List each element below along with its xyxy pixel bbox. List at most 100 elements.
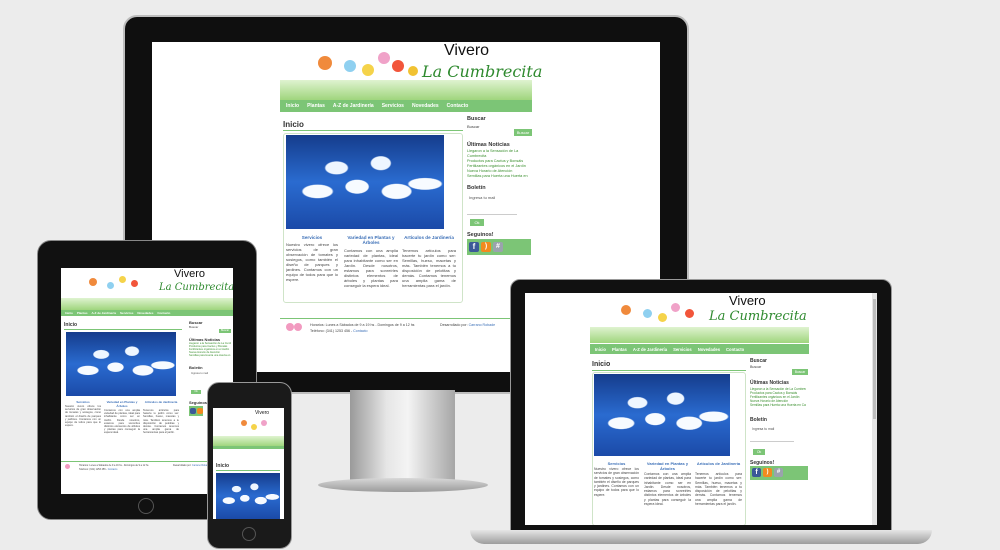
site-subtitle: La Cumbrecita: [422, 62, 543, 81]
search-button[interactable]: Buscar: [792, 369, 808, 375]
nav-item-servicios[interactable]: Servicios: [382, 103, 404, 109]
nav-item-servicios[interactable]: Servicios: [120, 311, 133, 315]
footer-credit: Desarrollado por: Carrano Robade: [440, 323, 495, 327]
main-nav: [213, 446, 284, 449]
title-divider: [216, 470, 280, 471]
site-title: Vivero: [174, 268, 205, 280]
column-title-articulos: Artículos de Jardinería: [696, 461, 741, 466]
page-title: Inicio: [283, 120, 304, 129]
rss-icon[interactable]: ): [763, 468, 772, 477]
news-link[interactable]: Semillas para Huerta una Huerta en Casa: [467, 174, 531, 179]
nav-item-contacto[interactable]: Contacto: [157, 311, 170, 315]
flower-icon: [671, 303, 680, 312]
footer-hours: Horarios: Lunes a Sábados de 9 a 19 hs -…: [310, 323, 415, 327]
nav-item-contacto[interactable]: Contacto: [726, 347, 744, 352]
footer-hours: Horarios: Lunes a Sábados de 9 a 19 hs -…: [79, 464, 149, 467]
nav-item-a-z[interactable]: A-Z de Jardinería: [633, 347, 667, 352]
calla-lily-photo: [66, 332, 176, 396]
follow-title: Seguinos!: [189, 400, 209, 405]
newsletter-ok-button[interactable]: Ok: [191, 390, 201, 394]
newsletter-ok-button[interactable]: Ok: [753, 449, 765, 455]
newsletter-ok-button[interactable]: Ok: [470, 219, 484, 226]
footer-credit: Desarrollado por: Carrano Robade: [173, 464, 210, 467]
facebook-icon[interactable]: f: [469, 242, 479, 252]
column-text-articulos: Tenemos artículos para hacerte tu jardín…: [143, 409, 179, 435]
flower-icon: [643, 309, 652, 318]
rss-icon[interactable]: [197, 408, 203, 414]
flower-icon: [685, 309, 694, 318]
search-title: Buscar: [467, 116, 486, 122]
search-input[interactable]: Buscar: [467, 124, 507, 129]
main-nav: Inicio Plantas A-Z de Jardinería Servici…: [61, 310, 233, 316]
nav-item-novedades[interactable]: Novedades: [412, 103, 439, 109]
newsletter-email-input[interactable]: Ingresa tu mail: [467, 194, 517, 201]
facebook-icon[interactable]: f: [752, 468, 761, 477]
tablet-home-button: [138, 498, 154, 514]
news-link[interactable]: Semillas para Huerta una Huerta en Casa: [189, 354, 231, 357]
news-link[interactable]: Llegaron a la Sensación de La Cumbrecita: [467, 149, 531, 159]
nav-item-inicio[interactable]: Inicio: [286, 103, 299, 109]
facebook-icon[interactable]: [190, 408, 196, 414]
nav-item-servicios[interactable]: Servicios: [673, 347, 692, 352]
search-input[interactable]: Buscar: [189, 325, 209, 329]
nav-item-contacto[interactable]: Contacto: [447, 103, 469, 109]
title-divider: [283, 130, 463, 131]
follow-title: Seguinos!: [467, 232, 494, 238]
footer-contact-link[interactable]: Contacto: [108, 468, 118, 471]
rss-icon[interactable]: ): [481, 242, 491, 252]
calla-lily-photo: [286, 135, 444, 229]
monitor-stand: [350, 390, 455, 485]
news-title: Últimas Noticias: [750, 380, 789, 386]
nav-item-plantas[interactable]: Plantas: [612, 347, 627, 352]
other-social-icon[interactable]: #: [774, 468, 783, 477]
column-title-variedad: Variedad en Plantas y Árboles: [646, 461, 689, 471]
newsletter-email-input[interactable]: Ingresa tu mail: [191, 372, 221, 376]
nav-item-plantas[interactable]: Plantas: [307, 103, 325, 109]
laptop-screen: Vivero La Cumbrecita Inicio Plantas A-Z …: [525, 293, 877, 525]
nav-item-plantas[interactable]: Plantas: [77, 311, 88, 315]
other-social-icon[interactable]: #: [493, 242, 503, 252]
nav-item-inicio[interactable]: Inicio: [65, 311, 73, 315]
scrollbar-thumb[interactable]: [873, 299, 876, 419]
nav-item-a-z[interactable]: A-Z de Jardinería: [333, 103, 374, 109]
column-title-articulos: Artículos de Jardinería: [404, 235, 454, 240]
title-divider: [64, 329, 182, 330]
footer-phone: Teléfono: (341) 1253 456 - Contacto: [79, 468, 117, 471]
news-link[interactable]: Semillas para Huerta una Huerta en Casa: [750, 403, 806, 407]
footer-credit-text: Desarrollado por:: [440, 323, 469, 327]
tulip-icon: [294, 323, 302, 331]
nav-item-inicio[interactable]: Inicio: [595, 347, 606, 352]
flower-icon: [392, 60, 404, 72]
nav-item-novedades[interactable]: Novedades: [137, 311, 153, 315]
monitor-stand-base: [318, 478, 488, 492]
phone-home-button: [242, 527, 256, 541]
site-subtitle: La Cumbrecita: [709, 309, 807, 324]
header-grass: [61, 298, 233, 310]
column-text-servicios: Nuestro vivero ofrece los servicios de g…: [594, 467, 639, 497]
main-nav: Inicio Plantas A-Z de Jardinería Servici…: [590, 344, 809, 354]
page-title: Inicio: [216, 463, 230, 469]
flower-icon: [241, 420, 247, 426]
column-title-servicios: Servicios: [76, 400, 90, 404]
newsletter-title: Boletín: [750, 417, 767, 423]
header-grass: [590, 327, 809, 343]
search-title: Buscar: [750, 358, 767, 364]
newsletter-input-line: [750, 441, 794, 442]
nav-item-novedades[interactable]: Novedades: [698, 347, 720, 352]
site-title: Vivero: [444, 42, 490, 59]
flower-icon: [107, 282, 114, 289]
tulip-icon: [65, 464, 70, 469]
newsletter-email-input[interactable]: Ingresa tu mail: [752, 426, 792, 432]
search-button[interactable]: Buscar: [514, 129, 532, 136]
search-input[interactable]: Buscar: [750, 365, 784, 369]
calla-lily-photo: [594, 374, 730, 456]
search-button[interactable]: Buscar: [219, 329, 231, 333]
flower-icon: [119, 276, 126, 283]
column-text-servicios: Nuestro vivero ofrece los servicios de g…: [286, 242, 338, 282]
nav-item-a-z[interactable]: A-Z de Jardinería: [92, 311, 117, 315]
footer-contact-link[interactable]: Contacto: [353, 329, 367, 333]
flower-icon: [408, 66, 418, 76]
footer-credit-link[interactable]: Carrano Robade: [469, 323, 496, 327]
flower-icon: [261, 420, 267, 426]
column-title-variedad: Variedad en Plantas y Árboles: [347, 235, 395, 245]
